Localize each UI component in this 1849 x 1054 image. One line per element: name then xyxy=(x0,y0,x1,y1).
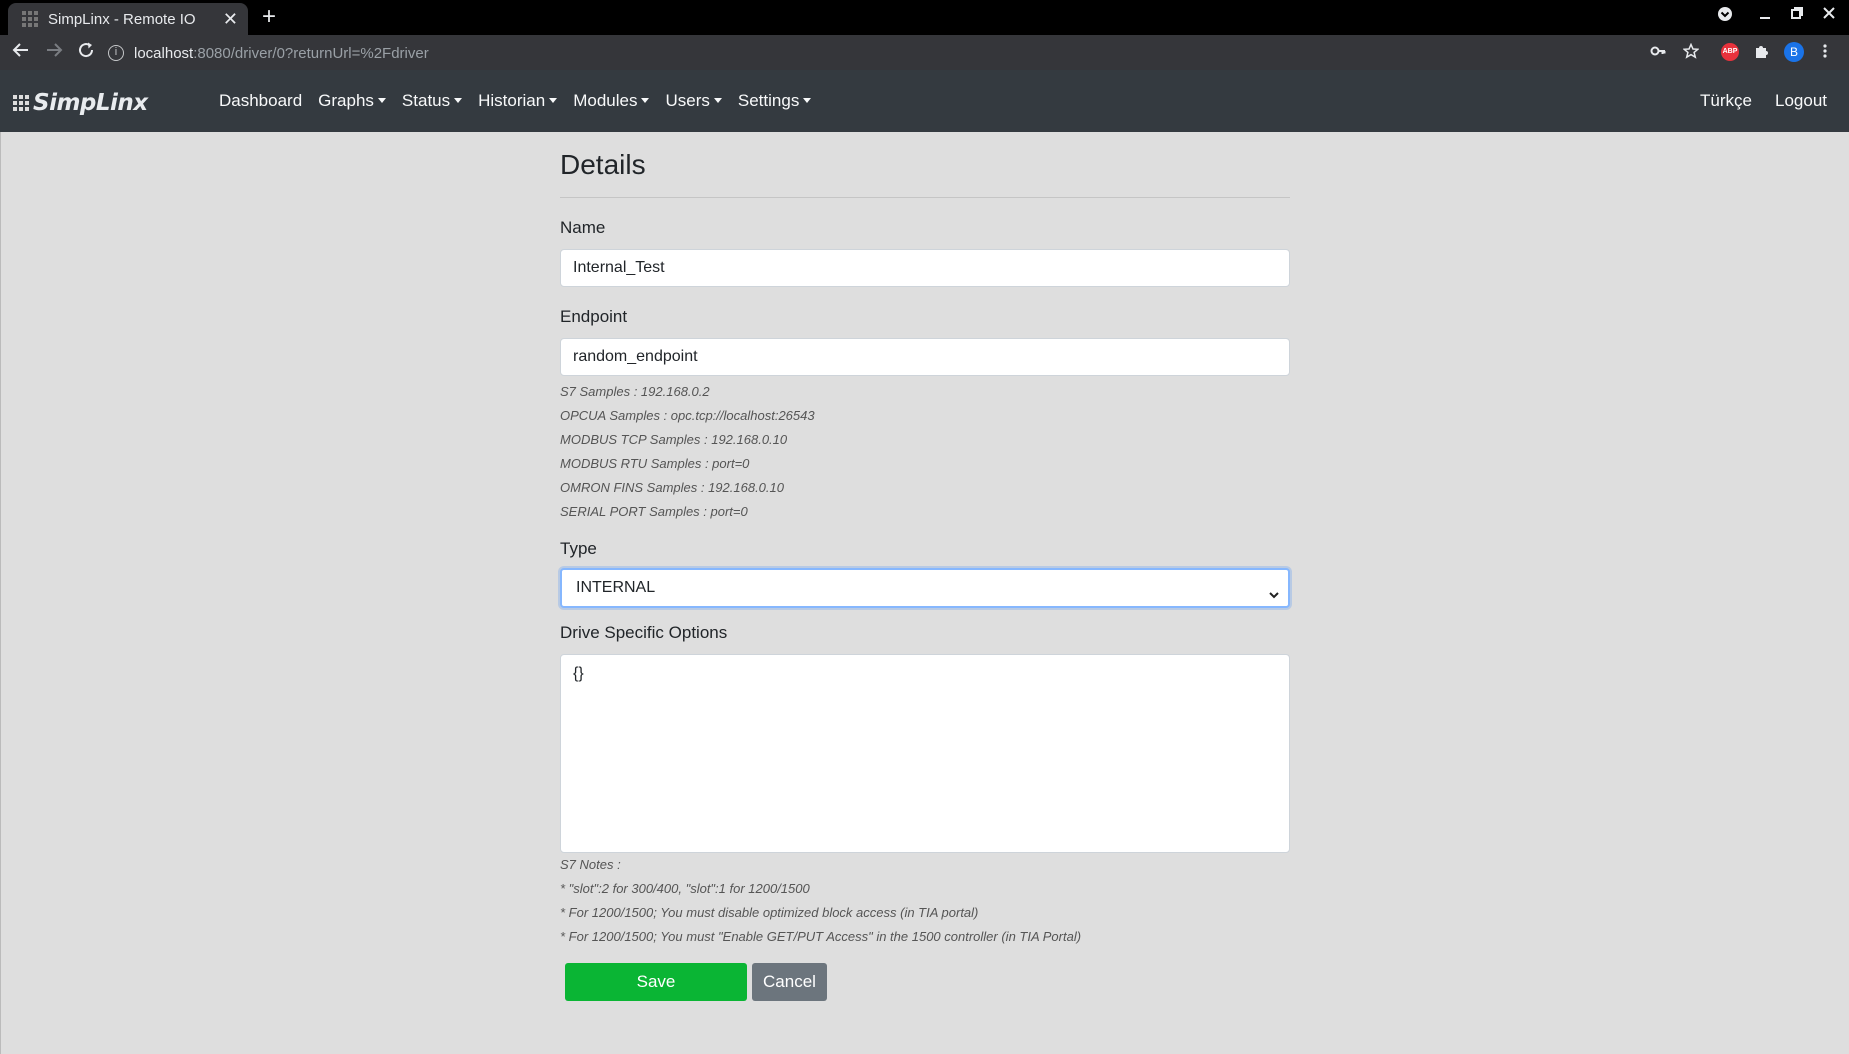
name-label: Name xyxy=(560,218,606,237)
adblock-icon[interactable]: ABP xyxy=(1721,43,1739,61)
key-icon[interactable] xyxy=(1650,43,1666,64)
tab-close-icon[interactable]: ✕ xyxy=(223,9,238,30)
extensions-puzzle-icon[interactable] xyxy=(1754,43,1770,64)
endpoint-hint: OPCUA Samples : opc.tcp://localhost:2654… xyxy=(560,408,815,423)
browser-tab-bar: SimpLinx - Remote IO ✕ + xyxy=(0,0,1849,35)
cancel-button[interactable]: Cancel xyxy=(752,963,827,1001)
browser-toolbar: i localhost:8080/driver/0?returnUrl=%2Fd… xyxy=(0,35,1849,70)
simplinx-favicon-icon xyxy=(22,11,38,27)
name-input[interactable]: Internal_Test xyxy=(560,249,1290,287)
brand-name: SimpLinx xyxy=(33,90,148,116)
browser-tab[interactable]: SimpLinx - Remote IO ✕ xyxy=(8,3,248,35)
profile-avatar[interactable]: B xyxy=(1784,42,1804,62)
reload-icon[interactable] xyxy=(77,41,95,65)
main-nav: Dashboard Graphs Status Historian Module… xyxy=(211,70,819,132)
endpoint-hint: S7 Samples : 192.168.0.2 xyxy=(560,384,710,399)
close-window-icon[interactable] xyxy=(1822,6,1836,24)
title-divider xyxy=(560,197,1290,198)
note-line: * "slot":2 for 300/400, "slot":1 for 120… xyxy=(560,881,810,896)
nav-status[interactable]: Status xyxy=(394,91,470,111)
language-switch[interactable]: Türkçe xyxy=(1700,91,1752,111)
caret-down-icon xyxy=(549,98,558,103)
page-title: Details xyxy=(560,149,646,180)
type-select-wrapper: INTERNAL xyxy=(560,568,1290,608)
page-left-border xyxy=(0,132,1,1054)
caret-down-icon xyxy=(713,98,722,103)
endpoint-hint: OMRON FINS Samples : 192.168.0.10 xyxy=(560,480,784,495)
tab-search-icon[interactable] xyxy=(1717,6,1733,26)
chevron-down-icon xyxy=(1268,579,1280,615)
back-arrow-icon[interactable] xyxy=(12,41,30,65)
s7-notes: S7 Notes : * "slot":2 for 300/400, "slot… xyxy=(560,853,1290,949)
endpoint-hint: MODBUS RTU Samples : port=0 xyxy=(560,456,750,471)
browser-menu-icon[interactable] xyxy=(1822,43,1828,64)
nav-label: Historian xyxy=(478,91,546,110)
note-line: * For 1200/1500; You must "Enable GET/PU… xyxy=(560,929,1082,944)
endpoint-hint: SERIAL PORT Samples : port=0 xyxy=(560,504,748,519)
url-host: localhost xyxy=(134,44,194,62)
nav-label: Users xyxy=(665,91,710,110)
app-navbar: SimpLinx Dashboard Graphs Status Histori… xyxy=(0,70,1849,132)
options-textarea[interactable]: {} xyxy=(560,654,1290,853)
tab-title: SimpLinx - Remote IO xyxy=(48,10,196,28)
nav-right: Türkçe Logout xyxy=(1677,70,1827,132)
nav-dashboard[interactable]: Dashboard xyxy=(211,91,310,111)
caret-down-icon xyxy=(641,98,650,103)
note-line: S7 Notes : xyxy=(560,857,621,872)
site-info-icon[interactable]: i xyxy=(108,45,124,61)
nav-label: Graphs xyxy=(318,91,374,110)
type-selected-value: INTERNAL xyxy=(576,579,656,596)
logout-link[interactable]: Logout xyxy=(1775,91,1827,111)
nav-label: Settings xyxy=(737,91,800,110)
nav-modules[interactable]: Modules xyxy=(565,91,657,111)
nav-label: Modules xyxy=(573,91,638,110)
caret-down-icon xyxy=(454,98,463,103)
url-path: :8080/driver/0?returnUrl=%2Fdriver xyxy=(193,44,429,62)
endpoint-label: Endpoint xyxy=(560,307,628,326)
driver-details-form: Details Name Internal_Test Endpoint rand… xyxy=(560,132,1290,1001)
logo-dots-icon xyxy=(13,95,29,111)
address-bar[interactable]: i localhost:8080/driver/0?returnUrl=%2Fd… xyxy=(108,40,1678,66)
nav-label: Status xyxy=(401,91,451,110)
minimize-window-icon[interactable] xyxy=(1758,6,1772,24)
brand-logo[interactable]: SimpLinx xyxy=(13,90,148,116)
form-actions: Save Cancel xyxy=(565,963,1290,1001)
endpoint-hint: MODBUS TCP Samples : 192.168.0.10 xyxy=(560,432,788,447)
nav-settings[interactable]: Settings xyxy=(730,91,819,111)
nav-label: Dashboard xyxy=(219,91,303,110)
forward-arrow-icon[interactable] xyxy=(45,41,63,65)
options-label: Drive Specific Options xyxy=(560,623,728,642)
restore-window-icon[interactable] xyxy=(1790,6,1804,24)
new-tab-button[interactable]: + xyxy=(262,4,276,30)
note-line: * For 1200/1500; You must disable optimi… xyxy=(560,905,979,920)
caret-down-icon xyxy=(377,98,386,103)
save-button[interactable]: Save xyxy=(565,963,747,1001)
nav-users[interactable]: Users xyxy=(657,91,729,111)
type-label: Type xyxy=(560,539,597,558)
endpoint-samples: S7 Samples : 192.168.0.2 OPCUA Samples :… xyxy=(560,380,1290,524)
type-select[interactable]: INTERNAL xyxy=(560,568,1290,608)
endpoint-input[interactable]: random_endpoint xyxy=(560,338,1290,376)
caret-down-icon xyxy=(803,98,812,103)
nav-historian[interactable]: Historian xyxy=(470,91,565,111)
bookmark-star-icon[interactable] xyxy=(1682,42,1700,64)
nav-graphs[interactable]: Graphs xyxy=(310,91,394,111)
